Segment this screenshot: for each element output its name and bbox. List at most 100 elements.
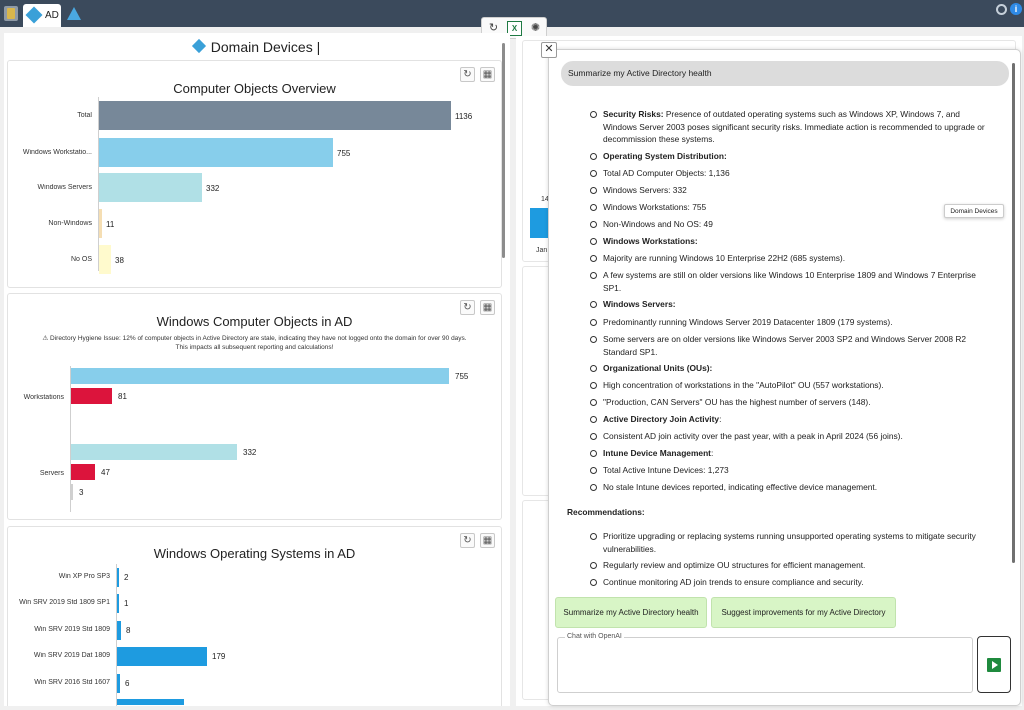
bar[interactable]: [117, 699, 184, 705]
user-question-bubble: Summarize my Active Directory health: [561, 61, 1009, 86]
chat-list-item: Total Active Intune Devices: 1,273: [603, 464, 995, 477]
item-text: Total AD Computer Objects: 1,136: [603, 168, 730, 178]
item-heading: Windows Workstations:: [603, 236, 698, 246]
bar[interactable]: [99, 138, 333, 167]
recommendation-item: Regularly review and optimize OU structu…: [603, 560, 866, 570]
bullet-icon: [590, 153, 597, 160]
bar[interactable]: [99, 101, 451, 130]
bar[interactable]: [99, 245, 111, 274]
bar-value-label: 6: [125, 679, 130, 688]
chat-list-item: Consistent AD join activity over the pas…: [603, 430, 995, 443]
item-text: Total Active Intune Devices: 1,273: [603, 465, 729, 475]
bar-value-label: 3: [79, 488, 84, 497]
card-export-icon[interactable]: ▦: [480, 67, 495, 82]
chat-list-item: Active Directory Join Activity:: [603, 413, 995, 426]
card-refresh-icon[interactable]: ↻: [460, 533, 475, 548]
chat-input[interactable]: [557, 637, 973, 693]
windows-computer-objects-card: Windows Computer Objects in AD ↻ ▦ ⚠ Dir…: [7, 293, 502, 520]
item-text: Some servers are on older versions like …: [603, 334, 967, 357]
item-text: Windows Workstations: 755: [603, 202, 707, 212]
bar[interactable]: [71, 368, 449, 384]
item-text: No stale Intune devices reported, indica…: [603, 482, 878, 492]
bullet-icon: [590, 336, 597, 343]
bar[interactable]: [117, 568, 119, 587]
item-text: Non-Windows and No OS: 49: [603, 219, 713, 229]
close-chat-button[interactable]: ✕: [541, 42, 557, 58]
chat-list-item: No stale Intune devices reported, indica…: [603, 481, 995, 494]
suggestion-improvements-button[interactable]: Suggest improvements for my Active Direc…: [711, 597, 896, 628]
pane-scrollbar[interactable]: [502, 43, 505, 258]
bar[interactable]: [71, 464, 95, 480]
card-export-icon[interactable]: ▦: [480, 300, 495, 315]
bar[interactable]: [117, 594, 119, 613]
bar-category-label: Non-Windows: [48, 220, 92, 227]
item-heading: Organizational Units (OUs):: [603, 363, 713, 373]
group-category-label: Servers: [39, 470, 64, 477]
item-text: Consistent AD join activity over the pas…: [603, 431, 903, 441]
bullet-icon: [590, 416, 597, 423]
bar-value-label: 755: [337, 149, 351, 158]
bar[interactable]: [99, 209, 102, 238]
bullet-icon: [590, 382, 597, 389]
background-x-label: Jan: [536, 247, 548, 254]
bar-value-label: 47: [101, 468, 110, 477]
card-export-icon[interactable]: ▦: [480, 533, 495, 548]
bullet-icon: [590, 579, 597, 586]
chat-list-item: Non-Windows and No OS: 49: [603, 218, 995, 231]
ad-diamond-icon: [191, 38, 206, 54]
play-send-icon: [987, 658, 1001, 672]
bar[interactable]: [117, 647, 207, 666]
card-refresh-icon[interactable]: ↻: [460, 67, 475, 82]
page-title: Domain Devices |: [4, 38, 510, 55]
app-icon[interactable]: [4, 6, 18, 21]
bar[interactable]: [71, 484, 73, 500]
item-text: Windows Servers: 332: [603, 185, 687, 195]
bar-category-label: Windows Workstatio...: [22, 149, 92, 156]
recommendation-item: Continue monitoring AD join trends to en…: [603, 577, 864, 587]
bar-value-label: 38: [115, 256, 124, 265]
chat-list-item: Operating System Distribution:: [603, 150, 995, 163]
send-button[interactable]: [977, 636, 1011, 693]
item-text: :: [719, 414, 722, 424]
bullet-icon: [590, 467, 597, 474]
recommendations-heading: Recommendations:: [567, 507, 645, 517]
bar-value-label: 1136: [455, 112, 473, 121]
bullet-icon: [590, 399, 597, 406]
background-chart-bar: [530, 208, 548, 238]
card-title: Computer Objects Overview: [173, 81, 336, 96]
bar[interactable]: [99, 173, 202, 202]
chat-list-item: Total AD Computer Objects: 1,136: [603, 167, 995, 180]
chat-list-item: Windows Workstations:: [603, 235, 995, 248]
chat-list-item: Organizational Units (OUs):: [603, 362, 995, 375]
chat-list-item: High concentration of workstations in th…: [603, 379, 995, 392]
tab-ad-label: AD: [45, 10, 59, 21]
bullet-icon: [590, 319, 597, 326]
bar[interactable]: [71, 388, 112, 404]
bar[interactable]: [117, 674, 120, 693]
item-text: High concentration of workstations in th…: [603, 380, 884, 390]
bullet-icon: [590, 170, 597, 177]
computer-objects-overview-card: Computer Objects Overview ↻ ▦ Total 1136 W…: [7, 60, 502, 288]
recommendation-item: Prioritize upgrading or replacing system…: [603, 531, 976, 554]
chat-scrollbar[interactable]: [1012, 63, 1015, 563]
bar-category-label: Total: [77, 112, 92, 119]
chat-list-item: Windows Servers:: [603, 298, 995, 311]
item-heading: Windows Servers:: [603, 299, 676, 309]
tab-ad[interactable]: AD: [23, 4, 61, 27]
bar-category-label: Win SRV 2019 Std 1809 SP1: [19, 599, 110, 606]
azure-icon[interactable]: [66, 6, 81, 21]
suggestion-summarize-button[interactable]: Summarize my Active Directory health: [555, 597, 707, 628]
bullet-icon: [590, 272, 597, 279]
bar-category-label: No OS: [70, 256, 92, 263]
openai-icon[interactable]: ✺: [528, 21, 543, 36]
chat-list-item: Windows Workstations: 755: [603, 201, 995, 214]
info-icon[interactable]: i: [1010, 3, 1022, 15]
settings-gear-icon[interactable]: [996, 4, 1007, 15]
bar[interactable]: [71, 444, 237, 460]
bullet-icon: [590, 433, 597, 440]
group-category-label: Workstations: [23, 394, 64, 401]
bar[interactable]: [117, 621, 121, 640]
chat-list-item: Security Risks: Presence of outdated ope…: [603, 108, 995, 146]
card-refresh-icon[interactable]: ↻: [460, 300, 475, 315]
bar-value-label: 81: [118, 392, 127, 401]
